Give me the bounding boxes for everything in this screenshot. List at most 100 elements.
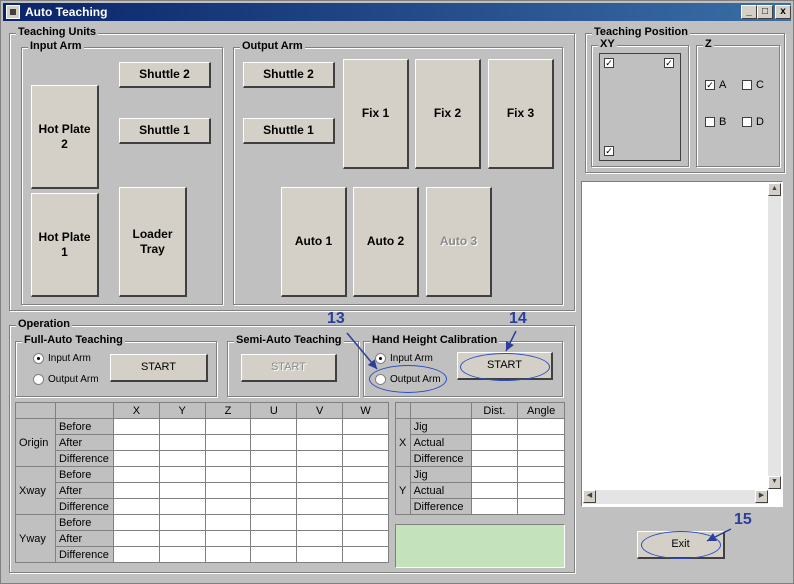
coord-value-cell[interactable] — [342, 450, 389, 467]
xy-top-left-checkbox[interactable]: ✓ — [604, 58, 618, 68]
coord-value-cell[interactable] — [250, 498, 298, 515]
dist-value-cell[interactable] — [470, 498, 519, 515]
full-auto-output-arm-radio[interactable]: Output Arm — [33, 374, 99, 385]
coord-value-cell[interactable] — [342, 530, 389, 547]
log-listbox[interactable]: ▲ ▼ ◀ ▶ — [581, 181, 783, 507]
coord-value-cell[interactable] — [112, 498, 160, 515]
coord-value-cell[interactable] — [204, 498, 252, 515]
coord-value-cell[interactable] — [296, 434, 344, 451]
coord-value-cell[interactable] — [112, 418, 160, 435]
hot-plate-2-button[interactable]: Hot Plate 2 — [31, 85, 99, 189]
maximize-button[interactable]: □ — [757, 5, 773, 19]
horizontal-scrollbar[interactable]: ◀ ▶ — [583, 490, 768, 504]
dist-value-cell[interactable] — [517, 434, 565, 451]
z-b-checkbox[interactable]: B — [705, 116, 726, 128]
coord-value-cell[interactable] — [296, 482, 344, 499]
coord-value-cell[interactable] — [250, 530, 298, 547]
coord-value-cell[interactable] — [112, 530, 160, 547]
coord-value-cell[interactable] — [112, 482, 160, 499]
coord-value-cell[interactable] — [204, 434, 252, 451]
auto-2-button[interactable]: Auto 2 — [353, 187, 419, 297]
fix-1-button[interactable]: Fix 1 — [343, 59, 409, 169]
coord-value-cell[interactable] — [342, 482, 389, 499]
table-row: Y Jig — [395, 466, 565, 515]
coord-value-cell[interactable] — [250, 482, 298, 499]
coord-value-cell[interactable] — [250, 418, 298, 435]
coord-value-cell[interactable] — [204, 418, 252, 435]
z-d-checkbox[interactable]: D — [742, 116, 764, 128]
coord-value-cell[interactable] — [204, 546, 252, 563]
coord-value-cell[interactable] — [342, 498, 389, 515]
auto-1-button[interactable]: Auto 1 — [281, 187, 347, 297]
coord-value-cell[interactable] — [342, 514, 389, 531]
coord-value-cell[interactable] — [204, 482, 252, 499]
coord-value-cell[interactable] — [342, 434, 389, 451]
dist-value-cell[interactable] — [517, 498, 565, 515]
coord-value-cell[interactable] — [204, 530, 252, 547]
loader-tray-button[interactable]: Loader Tray — [119, 187, 187, 297]
scroll-down-button[interactable]: ▼ — [768, 476, 781, 489]
coord-value-cell[interactable] — [250, 434, 298, 451]
vertical-scrollbar[interactable]: ▲ ▼ — [768, 183, 781, 489]
coord-value-cell[interactable] — [112, 434, 160, 451]
scroll-right-button[interactable]: ▶ — [755, 490, 768, 503]
dist-value-cell[interactable] — [470, 434, 519, 451]
input-shuttle-1-button[interactable]: Shuttle 1 — [119, 118, 211, 144]
coord-value-cell[interactable] — [296, 514, 344, 531]
coord-value-cell[interactable] — [204, 466, 252, 483]
scroll-left-button[interactable]: ◀ — [583, 490, 596, 503]
coord-value-cell[interactable] — [158, 530, 206, 547]
coord-value-cell[interactable] — [296, 498, 344, 515]
coord-value-cell[interactable] — [204, 514, 252, 531]
xy-bottom-left-checkbox[interactable]: ✓ — [604, 146, 618, 156]
coord-value-cell[interactable] — [250, 546, 298, 563]
coord-value-cell[interactable] — [112, 546, 160, 563]
coord-value-cell[interactable] — [342, 546, 389, 563]
coord-value-cell[interactable] — [158, 450, 206, 467]
input-shuttle-2-button[interactable]: Shuttle 2 — [119, 62, 211, 88]
coord-value-cell[interactable] — [112, 450, 160, 467]
coord-value-cell[interactable] — [296, 530, 344, 547]
hand-height-input-arm-radio[interactable]: Input Arm — [375, 353, 433, 364]
coord-value-cell[interactable] — [296, 466, 344, 483]
coord-value-cell[interactable] — [158, 546, 206, 563]
coord-value-cell[interactable] — [112, 514, 160, 531]
z-c-checkbox[interactable]: C — [742, 79, 764, 91]
coord-value-cell[interactable] — [112, 466, 160, 483]
coord-value-cell[interactable] — [342, 466, 389, 483]
full-auto-start-button[interactable]: START — [110, 354, 208, 382]
close-button[interactable]: x — [775, 5, 791, 19]
minimize-button[interactable]: _ — [741, 5, 757, 19]
hot-plate-1-button[interactable]: Hot Plate 1 — [31, 193, 99, 297]
dist-value-cell[interactable] — [517, 450, 565, 467]
coord-value-cell[interactable] — [158, 514, 206, 531]
fix-3-button[interactable]: Fix 3 — [488, 59, 554, 169]
coord-value-cell[interactable] — [296, 450, 344, 467]
coord-value-cell[interactable] — [250, 514, 298, 531]
coord-value-cell[interactable] — [158, 498, 206, 515]
dist-value-cell[interactable] — [470, 450, 519, 467]
dist-value-cell[interactable] — [470, 418, 519, 435]
z-a-checkbox[interactable]: ✓ A — [705, 79, 726, 91]
dist-value-cell[interactable] — [517, 418, 565, 435]
full-auto-input-arm-radio[interactable]: Input Arm — [33, 353, 91, 364]
fix-2-button[interactable]: Fix 2 — [415, 59, 481, 169]
coord-value-cell[interactable] — [158, 434, 206, 451]
coord-value-cell[interactable] — [250, 466, 298, 483]
coord-value-cell[interactable] — [342, 418, 389, 435]
dist-value-cell[interactable] — [517, 482, 565, 499]
coord-value-cell[interactable] — [250, 450, 298, 467]
coord-value-cell[interactable] — [296, 546, 344, 563]
scroll-up-button[interactable]: ▲ — [768, 183, 781, 196]
dist-value-cell[interactable] — [517, 466, 565, 483]
xy-top-right-checkbox[interactable]: ✓ — [664, 58, 678, 68]
output-shuttle-2-button[interactable]: Shuttle 2 — [243, 62, 335, 88]
coord-value-cell[interactable] — [204, 450, 252, 467]
coord-value-cell[interactable] — [158, 418, 206, 435]
coord-value-cell[interactable] — [158, 482, 206, 499]
coord-value-cell[interactable] — [158, 466, 206, 483]
dist-value-cell[interactable] — [470, 466, 519, 483]
output-shuttle-1-button[interactable]: Shuttle 1 — [243, 118, 335, 144]
coord-value-cell[interactable] — [296, 418, 344, 435]
dist-value-cell[interactable] — [470, 482, 519, 499]
